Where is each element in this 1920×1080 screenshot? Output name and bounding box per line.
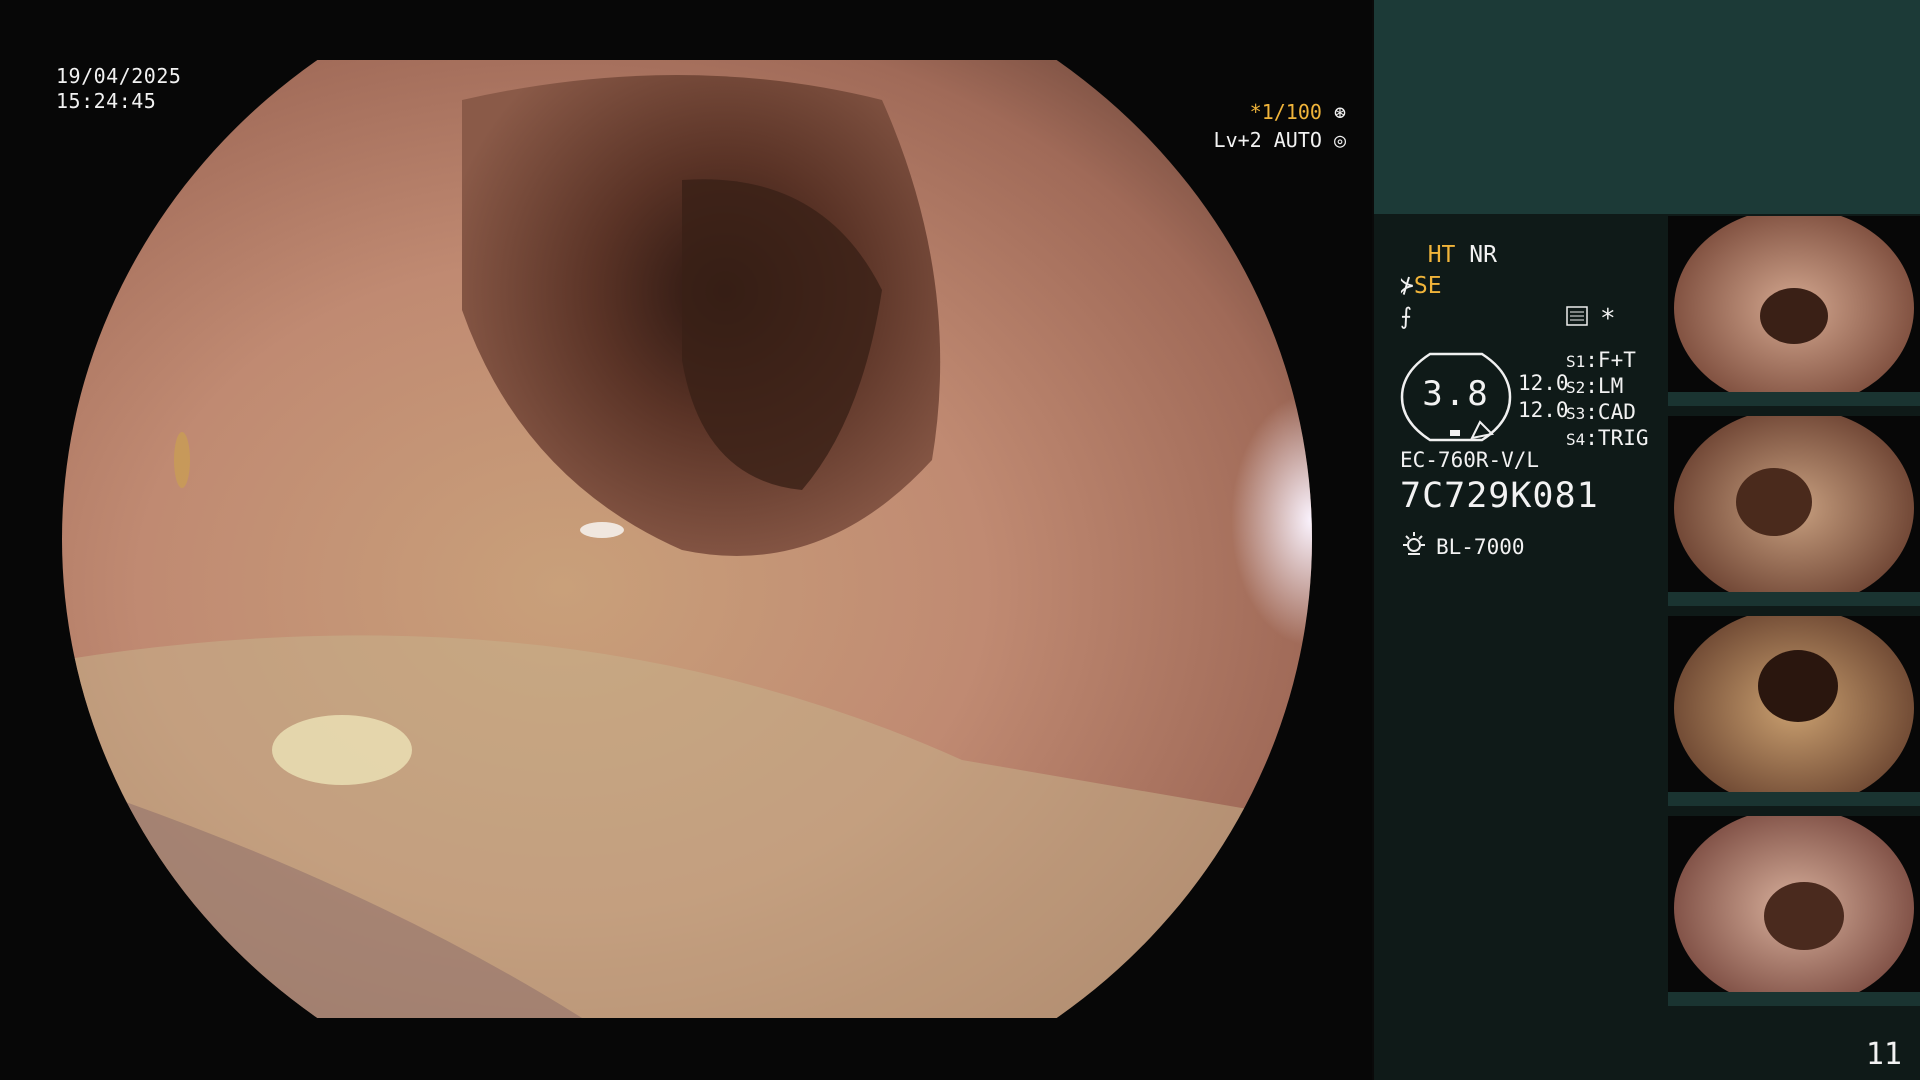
- thumbnail[interactable]: [1668, 616, 1920, 806]
- scope-serial: 7C729K081: [1400, 476, 1599, 516]
- processing-settings: HT NR ⊁SE ⨍: [1400, 240, 1670, 333]
- exposure-overlay: *1/100 ⊛ Lv+2 AUTO ◎: [1146, 98, 1346, 154]
- time-text: 15:24:45: [56, 89, 157, 113]
- thumbnail[interactable]: [1668, 416, 1920, 606]
- sun-icon: [1400, 530, 1428, 563]
- gauge-value: 3.8: [1422, 374, 1490, 414]
- numeric-readouts: 12.0 12.0: [1518, 370, 1569, 424]
- structure-icon: ⊁: [1400, 273, 1414, 299]
- light-source-label: BL-7000: [1436, 534, 1525, 559]
- endoscope-view: 19/04/2025 15:24:45 *1/100 ⊛ Lv+2 AUTO ◎: [0, 0, 1372, 1080]
- nr-label: NR: [1469, 242, 1497, 268]
- switch-item: S4:TRIG: [1566, 426, 1649, 450]
- iris-icon: ◎: [1333, 128, 1346, 152]
- thumbnail-strip: [1668, 216, 1920, 1016]
- endoscopic-image: [62, 60, 1312, 1018]
- enhancement-gauge: 3.8: [1400, 350, 1512, 444]
- date-text: 19/04/2025: [56, 64, 182, 88]
- light-source: BL-7000: [1400, 530, 1525, 563]
- page-number: 11: [1865, 1037, 1902, 1072]
- level-text: Lv+2 AUTO: [1213, 128, 1322, 152]
- switch-item: S1:F+T: [1566, 348, 1636, 372]
- readout-2: 12.0: [1518, 398, 1569, 422]
- ht-label: HT: [1427, 242, 1456, 268]
- switch-item: S3:CAD: [1566, 400, 1636, 424]
- switch-list: S1:F+T S2:LM S3:CAD S4:TRIG: [1566, 348, 1649, 452]
- shutter-text: *1/100: [1249, 100, 1322, 124]
- scope-model: EC-760R-V/L: [1400, 448, 1540, 472]
- aperture-icon: ⊛: [1333, 100, 1346, 124]
- star-marker: *: [1600, 304, 1616, 334]
- contrast-icon: ⨍: [1400, 304, 1412, 330]
- se-label: SE: [1413, 273, 1442, 299]
- readout-1: 12.0: [1518, 371, 1569, 395]
- timestamp: 19/04/2025 15:24:45: [56, 64, 181, 114]
- thumbnail[interactable]: [1668, 816, 1920, 1006]
- thumbnail[interactable]: [1668, 216, 1920, 406]
- switch-item: S2:LM: [1566, 374, 1624, 398]
- panel-header: [1374, 0, 1920, 214]
- settings-list-icon: [1566, 306, 1588, 330]
- info-panel: HT NR ⊁SE ⨍ * 3.8 12.0 12.0 S1:F+T S2:LM…: [1374, 0, 1920, 1080]
